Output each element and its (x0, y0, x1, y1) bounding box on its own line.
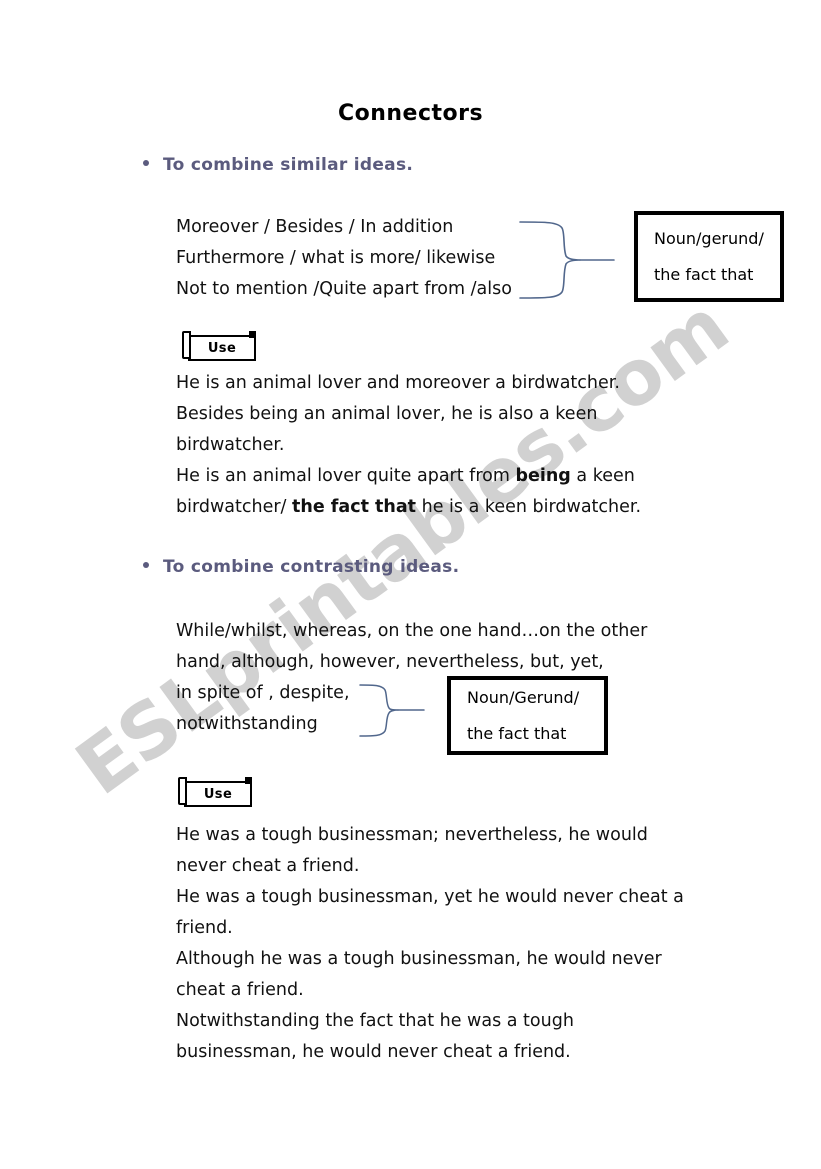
examples-contrasting: He was a tough businessman; nevertheless… (176, 820, 684, 1068)
example-line: birdwatcher/ the fact that he is a keen … (176, 497, 642, 517)
examples-similar: He is an animal lover and moreover a bir… (176, 368, 641, 523)
section-heading-label: To combine similar ideas. (163, 155, 414, 175)
use-plaque-plate: Use (184, 781, 252, 807)
example-line: He is an animal lover quite apart from b… (176, 466, 635, 486)
bullet-dot-icon (143, 562, 149, 568)
example-line: Besides being an animal lover, he is als… (176, 404, 598, 424)
connector-line: hand, although, however, nevertheless, b… (176, 652, 604, 672)
example-line: Notwithstanding the fact that he was a t… (176, 1011, 574, 1031)
use-plaque-corner-icon (245, 777, 252, 784)
example-line: He is an animal lover and moreover a bir… (176, 373, 620, 393)
page-title: Connectors (337, 101, 484, 126)
example-line: never cheat a friend. (176, 856, 360, 876)
connector-line: Not to mention /Quite apart from /also (176, 279, 512, 299)
brace-contrasting (358, 682, 428, 738)
use-plaque-similar: Use (182, 331, 256, 361)
grammar-box-line-2: the fact that (467, 723, 567, 743)
use-plaque-label: Use (207, 340, 237, 356)
use-plaque-corner-icon (249, 331, 256, 338)
example-line: friend. (176, 918, 233, 938)
bullet-dot-icon (143, 160, 149, 166)
use-plaque-contrasting: Use (178, 777, 252, 807)
example-line: Although he was a tough businessman, he … (176, 949, 662, 969)
connector-list-similar: Moreover / Besides / In addition Further… (176, 212, 512, 305)
use-plaque-spine-icon (178, 777, 187, 805)
example-line: He was a tough businessman; nevertheless… (176, 825, 648, 845)
grammar-box-line-2: the fact that (654, 264, 754, 284)
use-plaque-label: Use (203, 786, 233, 802)
use-plaque-plate: Use (188, 335, 256, 361)
example-line: cheat a friend. (176, 980, 304, 1000)
grammar-box-similar: Noun/gerund/ the fact that (634, 211, 784, 302)
connector-line: Furthermore / what is more/ likewise (176, 248, 496, 268)
brace-similar (518, 218, 618, 302)
section-heading-similar: To combine similar ideas. (143, 155, 413, 175)
connector-line: While/whilst, whereas, on the one hand…o… (176, 621, 648, 641)
grammar-box-line-1: Noun/gerund/ (654, 228, 764, 248)
worksheet-page: ESLprintables.com Connectors To combine … (0, 0, 821, 1169)
connector-line: Moreover / Besides / In addition (176, 217, 454, 237)
example-line: birdwatcher. (176, 435, 285, 455)
use-plaque-spine-icon (182, 331, 191, 359)
section-heading-contrasting: To combine contrasting ideas. (143, 557, 459, 577)
grammar-box-line-1: Noun/Gerund/ (467, 687, 580, 707)
example-line: He was a tough businessman, yet he would… (176, 887, 684, 907)
section-heading-label: To combine contrasting ideas. (163, 557, 460, 577)
grammar-box-contrasting: Noun/Gerund/ the fact that (447, 676, 608, 755)
example-line: businessman, he would never cheat a frie… (176, 1042, 571, 1062)
